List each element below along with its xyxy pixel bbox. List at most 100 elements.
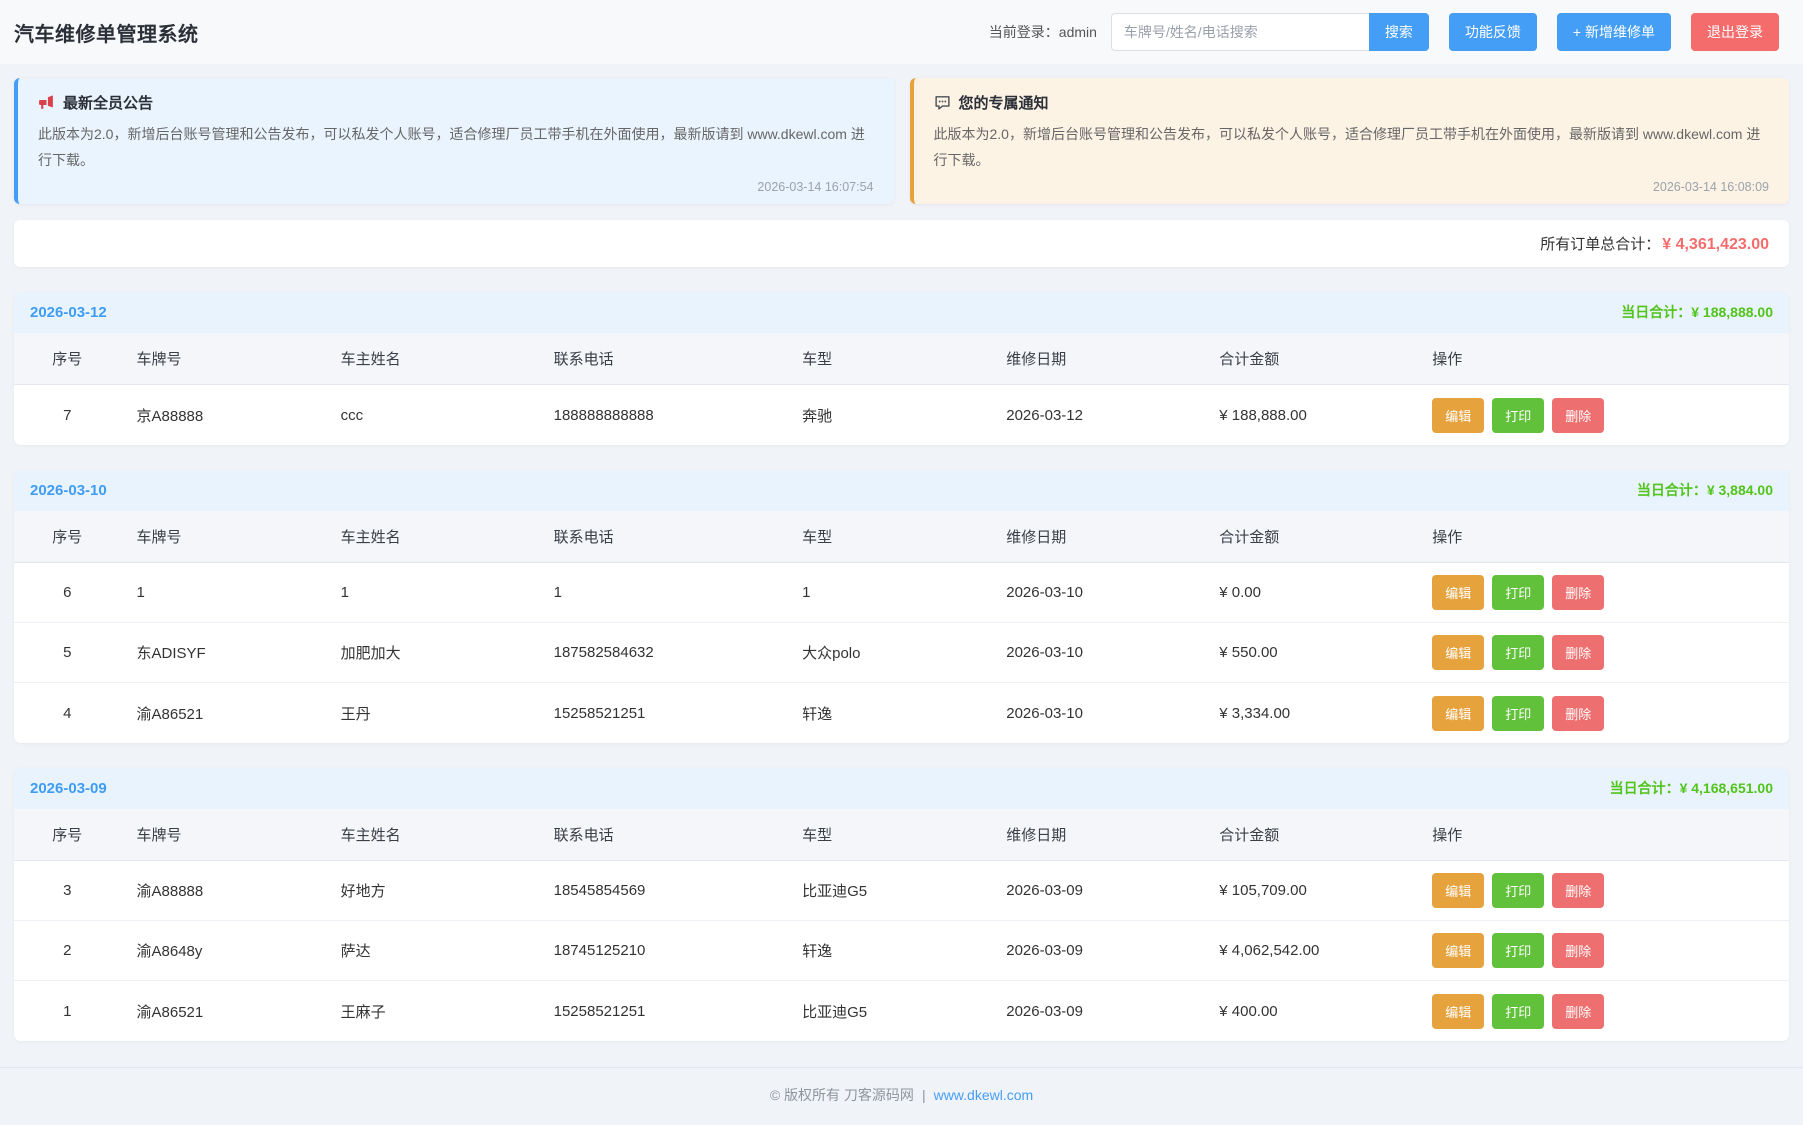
column-header-no: 序号 — [14, 809, 121, 861]
login-status: 当前登录：admin — [989, 22, 1097, 42]
announcement-title: 最新全员公告 — [63, 92, 153, 113]
column-header-model: 车型 — [786, 333, 990, 385]
personal-notice-title: 您的专属通知 — [959, 92, 1049, 113]
cell-phone: 18545854569 — [538, 861, 787, 921]
table-header-row: 序号 车牌号 车主姓名 联系电话 车型 维修日期 合计金额 操作 — [14, 333, 1789, 385]
print-button[interactable]: 打印 — [1492, 933, 1544, 968]
delete-button[interactable]: 删除 — [1552, 575, 1604, 610]
cell-phone: 15258521251 — [538, 981, 787, 1041]
cell-no: 1 — [14, 981, 121, 1041]
table-header-row: 序号 车牌号 车主姓名 联系电话 车型 维修日期 合计金额 操作 — [14, 511, 1789, 563]
edit-button[interactable]: 编辑 — [1432, 398, 1484, 433]
cell-no: 3 — [14, 861, 121, 921]
cell-owner: 王麻子 — [325, 981, 538, 1041]
column-header-plate: 车牌号 — [121, 511, 325, 563]
cell-model: 1 — [786, 563, 990, 623]
cell-phone: 18745125210 — [538, 921, 787, 981]
cell-model: 大众polo — [786, 623, 990, 683]
cell-no: 4 — [14, 683, 121, 743]
logout-button[interactable]: 退出登录 — [1691, 13, 1779, 51]
footer-separator: | — [922, 1087, 926, 1103]
delete-button[interactable]: 删除 — [1552, 873, 1604, 908]
column-header-phone: 联系电话 — [538, 809, 787, 861]
cell-owner: 加肥加大 — [325, 623, 538, 683]
announcement-body: 此版本为2.0，新增后台账号管理和公告发布，可以私发个人账号，适合修理厂员工带手… — [38, 122, 874, 174]
column-header-phone: 联系电话 — [538, 333, 787, 385]
orders-total-amount: ¥ 4,361,423.00 — [1662, 236, 1769, 253]
page-title: 汽车维修单管理系统 — [14, 18, 199, 47]
delete-button[interactable]: 删除 — [1552, 635, 1604, 670]
column-header-owner: 车主姓名 — [325, 333, 538, 385]
header-actions: 当前登录：admin 搜索 功能反馈 + 新增维修单 退出登录 — [989, 13, 1779, 51]
login-username: admin — [1059, 24, 1097, 40]
orders-table: 序号 车牌号 车主姓名 联系电话 车型 维修日期 合计金额 操作 6 1 1 1… — [14, 511, 1789, 743]
edit-button[interactable]: 编辑 — [1432, 933, 1484, 968]
personal-notice-timestamp: 2026-03-14 16:08:09 — [934, 180, 1770, 194]
cell-amount: ¥ 0.00 — [1203, 563, 1416, 623]
cell-date: 2026-03-09 — [990, 861, 1203, 921]
notice-row: 最新全员公告 此版本为2.0，新增后台账号管理和公告发布，可以私发个人账号，适合… — [14, 78, 1789, 204]
cell-date: 2026-03-10 — [990, 623, 1203, 683]
day-total-amount: ¥ 188,888.00 — [1691, 304, 1773, 320]
delete-button[interactable]: 删除 — [1552, 696, 1604, 731]
add-repair-order-button[interactable]: + 新增维修单 — [1557, 13, 1671, 51]
day-date: 2026-03-10 — [30, 482, 107, 499]
top-header: 汽车维修单管理系统 当前登录：admin 搜索 功能反馈 + 新增维修单 退出登… — [0, 0, 1803, 64]
cell-actions: 编辑打印删除 — [1416, 981, 1789, 1041]
day-section-2026-03-09: 2026-03-09 当日合计：¥ 4,168,651.00 序号 车牌号 车主… — [14, 768, 1789, 1041]
table-row: 6 1 1 1 1 2026-03-10 ¥ 0.00 编辑打印删除 — [14, 563, 1789, 623]
cell-owner: 1 — [325, 563, 538, 623]
column-header-model: 车型 — [786, 511, 990, 563]
cell-amount: ¥ 188,888.00 — [1203, 385, 1416, 445]
day-total: 当日合计：¥ 3,884.00 — [1637, 480, 1773, 500]
print-button[interactable]: 打印 — [1492, 398, 1544, 433]
day-section-2026-03-12: 2026-03-12 当日合计：¥ 188,888.00 序号 车牌号 车主姓名… — [14, 292, 1789, 445]
column-header-model: 车型 — [786, 809, 990, 861]
cell-owner: ccc — [325, 385, 538, 445]
feedback-button[interactable]: 功能反馈 — [1449, 13, 1537, 51]
cell-model: 轩逸 — [786, 921, 990, 981]
print-button[interactable]: 打印 — [1492, 635, 1544, 670]
edit-button[interactable]: 编辑 — [1432, 575, 1484, 610]
print-button[interactable]: 打印 — [1492, 873, 1544, 908]
print-button[interactable]: 打印 — [1492, 994, 1544, 1029]
cell-plate: 渝A88888 — [121, 861, 325, 921]
day-section-2026-03-10: 2026-03-10 当日合计：¥ 3,884.00 序号 车牌号 车主姓名 联… — [14, 470, 1789, 743]
day-total-label: 当日合计： — [1610, 780, 1680, 796]
table-row: 1 渝A86521 王麻子 15258521251 比亚迪G5 2026-03-… — [14, 981, 1789, 1041]
delete-button[interactable]: 删除 — [1552, 933, 1604, 968]
delete-button[interactable]: 删除 — [1552, 994, 1604, 1029]
day-header: 2026-03-09 当日合计：¥ 4,168,651.00 — [14, 768, 1789, 809]
day-header: 2026-03-10 当日合计：¥ 3,884.00 — [14, 470, 1789, 511]
column-header-date: 维修日期 — [990, 333, 1203, 385]
print-button[interactable]: 打印 — [1492, 696, 1544, 731]
cell-actions: 编辑打印删除 — [1416, 921, 1789, 981]
edit-button[interactable]: 编辑 — [1432, 873, 1484, 908]
cell-date: 2026-03-10 — [990, 563, 1203, 623]
cell-actions: 编辑打印删除 — [1416, 563, 1789, 623]
column-header-actions: 操作 — [1416, 809, 1789, 861]
cell-amount: ¥ 3,334.00 — [1203, 683, 1416, 743]
day-total-amount: ¥ 4,168,651.00 — [1680, 780, 1773, 796]
column-header-amount: 合计金额 — [1203, 511, 1416, 563]
cell-owner: 好地方 — [325, 861, 538, 921]
search-button[interactable]: 搜索 — [1369, 13, 1429, 51]
edit-button[interactable]: 编辑 — [1432, 635, 1484, 670]
cell-model: 比亚迪G5 — [786, 861, 990, 921]
search-input[interactable] — [1111, 13, 1369, 51]
column-header-actions: 操作 — [1416, 333, 1789, 385]
cell-amount: ¥ 4,062,542.00 — [1203, 921, 1416, 981]
cell-phone: 188888888888 — [538, 385, 787, 445]
cell-actions: 编辑打印删除 — [1416, 861, 1789, 921]
cell-amount: ¥ 550.00 — [1203, 623, 1416, 683]
footer-link[interactable]: www.dkewl.com — [934, 1087, 1034, 1103]
column-header-plate: 车牌号 — [121, 809, 325, 861]
table-header-row: 序号 车牌号 车主姓名 联系电话 车型 维修日期 合计金额 操作 — [14, 809, 1789, 861]
cell-owner: 萨达 — [325, 921, 538, 981]
edit-button[interactable]: 编辑 — [1432, 994, 1484, 1029]
edit-button[interactable]: 编辑 — [1432, 696, 1484, 731]
delete-button[interactable]: 删除 — [1552, 398, 1604, 433]
print-button[interactable]: 打印 — [1492, 575, 1544, 610]
cell-actions: 编辑打印删除 — [1416, 623, 1789, 683]
day-date: 2026-03-09 — [30, 780, 107, 797]
